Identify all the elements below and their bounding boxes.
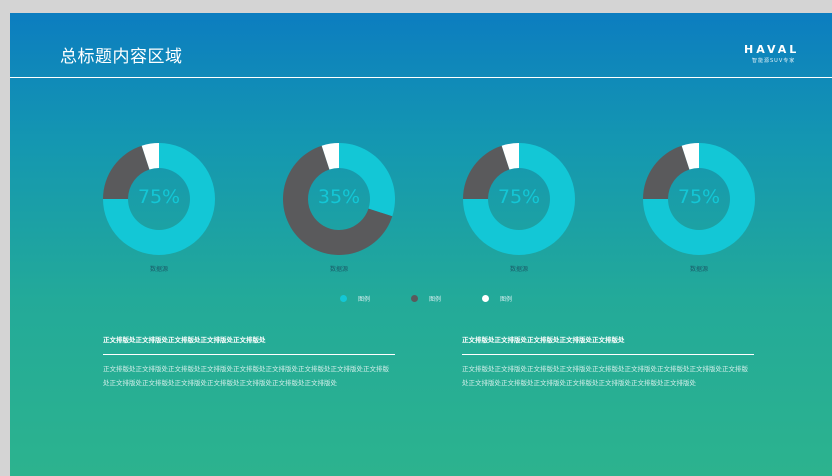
donut-caption-4: 数据源 [689,266,708,273]
donut-chart-2: 35% [283,143,395,255]
donut-percent-2: 35% [317,186,361,208]
block-heading: 正文排版处正文排版处正文排版处正文排版处正文排版处 [462,336,625,344]
block-body: 正文排版处正文排版处正文排版处正文排版处正文排版处正文排版处正文排版处正文排版处… [103,365,389,387]
legend-label-3: 图例 [500,296,513,303]
donut-caption-2: 数据源 [329,266,348,273]
legend-swatch-3 [482,295,489,302]
block-heading: 正文排版处正文排版处正文排版处正文排版处正文排版处 [103,336,266,344]
legend-label-2: 图例 [429,296,442,303]
block-divider [462,354,754,355]
block-body: 正文排版处正文排版处正文排版处正文排版处正文排版处正文排版处正文排版处正文排版处… [462,365,748,387]
legend-swatch-2 [411,295,418,302]
donut-chart-4: 75% [643,143,755,255]
logo-tagline: 智能源SUV专家 [752,58,796,64]
donut-chart-3: 75% [463,143,575,255]
logo-wordmark: HAVAL [744,43,800,56]
text-block-left: 正文排版处正文排版处正文排版处正文排版处正文排版处 正文排版处正文排版处正文排版… [103,334,395,390]
page-title: 总标题内容区域 [60,47,183,67]
legend-swatch-1 [340,295,347,302]
legend-label-1: 图例 [358,296,371,303]
donut-caption-1: 数据源 [149,266,168,273]
donut-percent-1: 75% [137,186,181,208]
title-divider [10,77,832,78]
block-divider [103,354,395,355]
donut-caption-3: 数据源 [509,266,528,273]
slide: 总标题内容区域 HAVAL 智能源SUV专家 75% 数据源 35% 数据源 7… [10,13,832,476]
donut-chart-1: 75% [103,143,215,255]
donut-percent-4: 75% [677,186,721,208]
donut-percent-3: 75% [497,186,541,208]
text-block-right: 正文排版处正文排版处正文排版处正文排版处正文排版处 正文排版处正文排版处正文排版… [462,334,754,390]
haval-logo: HAVAL 智能源SUV专家 [744,43,824,67]
